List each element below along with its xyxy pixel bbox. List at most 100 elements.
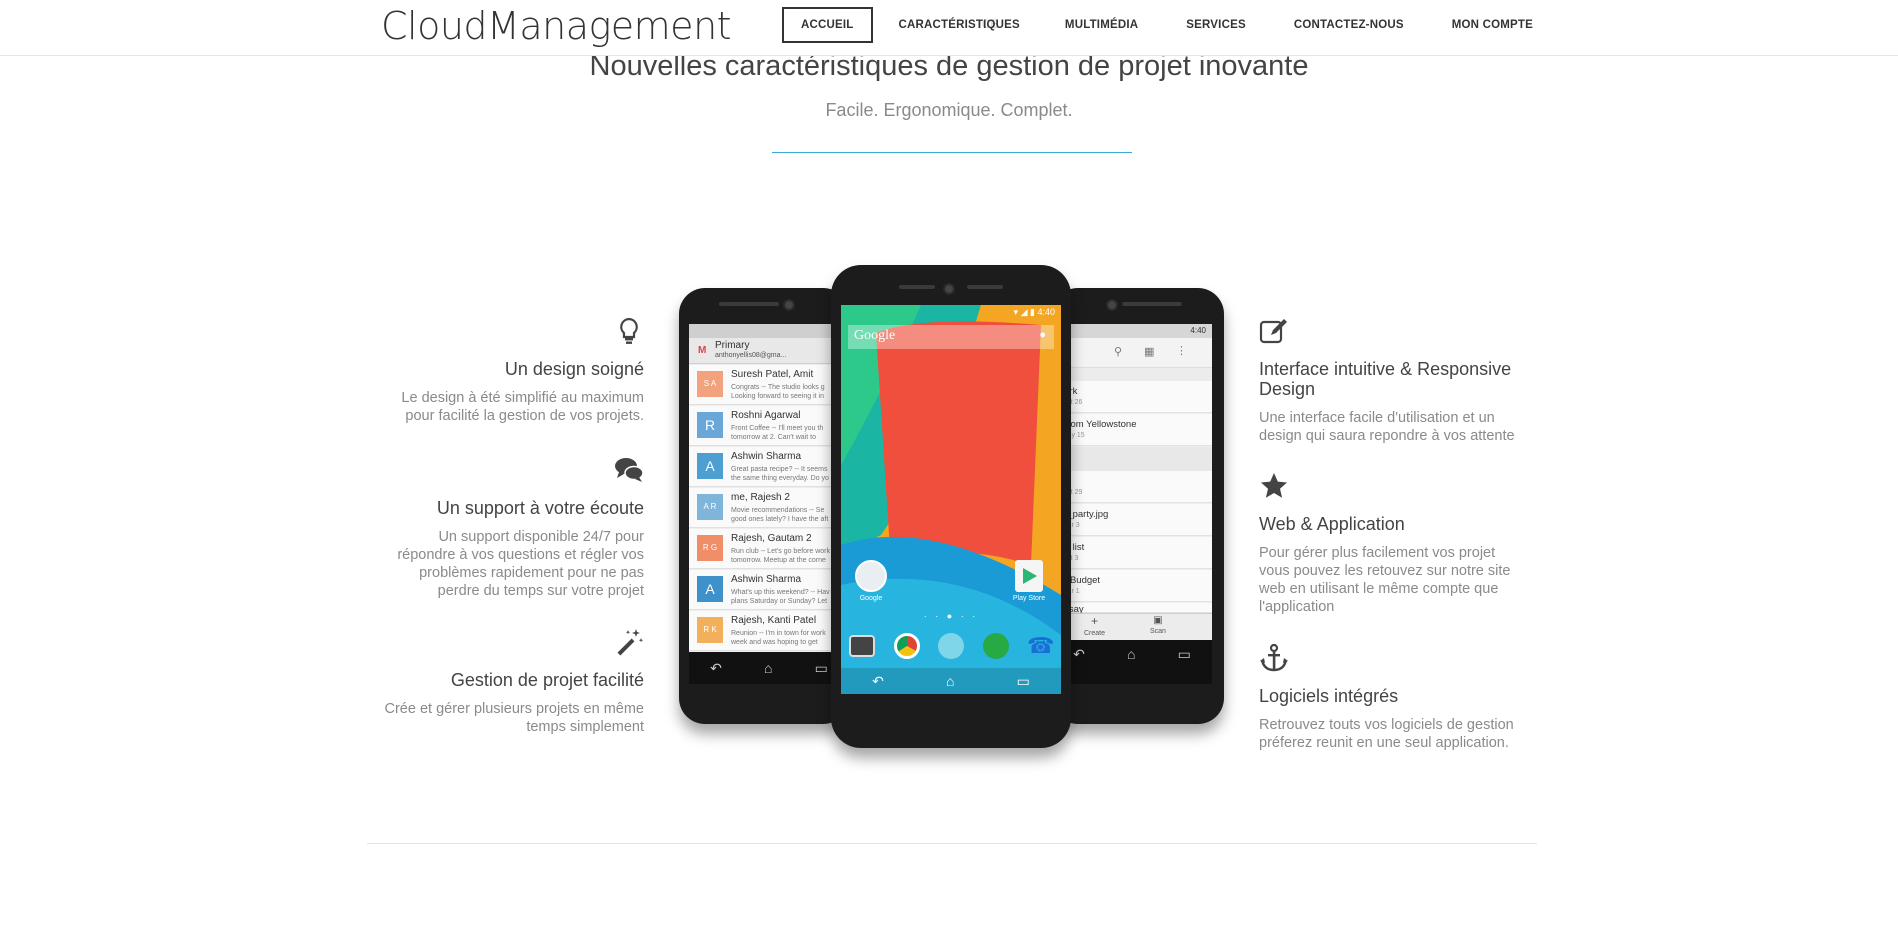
- phone-icon[interactable]: ☎: [1027, 633, 1054, 659]
- phone-speaker: [899, 285, 935, 289]
- hangouts-icon[interactable]: [982, 633, 1009, 659]
- phone-camera: [783, 299, 795, 311]
- status-time: 4:40: [1037, 307, 1055, 317]
- file-row[interactable]: ping listed Oct 3: [1052, 537, 1212, 569]
- app-play-store[interactable]: Play Store: [1009, 560, 1049, 602]
- nav-item-contact[interactable]: Contactez-nous: [1277, 7, 1421, 43]
- drive-status-bar: 4:40: [1052, 324, 1212, 338]
- phone-camera: [943, 283, 955, 295]
- back-icon[interactable]: ↶: [872, 673, 884, 690]
- recents-icon[interactable]: ▭: [1017, 673, 1030, 690]
- google-search-label: Google: [854, 328, 896, 343]
- mail-snippet-line2: good ones lately? I have the aft: [731, 516, 829, 523]
- title-divider: [772, 152, 1132, 153]
- play-store-icon: [1015, 560, 1043, 592]
- mail-sender: Suresh Patel, Amit: [731, 369, 814, 380]
- feature-project: Gestion de projet facilité Crée et gérer…: [384, 627, 644, 736]
- nav-item-caracteristiques[interactable]: ICE Caractéristiques: [887, 7, 1020, 43]
- star-icon: [1259, 471, 1289, 501]
- mail-snippet: Movie recommendations -- Se good ones lat…: [731, 506, 828, 524]
- feature-title: Web & Application: [1259, 514, 1405, 534]
- feature-title: Interface intuitive & Responsive Design: [1259, 359, 1512, 399]
- recents-icon: ▭: [1177, 646, 1191, 662]
- apps-drawer-icon[interactable]: [938, 633, 964, 659]
- mail-snippet-line1: Great pasta recipe? -- It seems: [731, 466, 828, 473]
- feature-text: Le design à été simplifié au maximum pou…: [401, 390, 644, 424]
- mail-snippet-line2: tomorrow. Meetup at the corne: [731, 557, 826, 564]
- create-label: Create: [1084, 630, 1106, 637]
- mail-sender: Rajesh, Gautam 2: [731, 533, 812, 544]
- phone-nav-bar: ↶ ⌂ ▭: [841, 668, 1061, 694]
- google-search-bar[interactable]: Google ●: [848, 325, 1054, 349]
- file-row[interactable]: eworked Oct 26: [1052, 381, 1212, 413]
- mail-row[interactable]: R K Rajesh, Kanti Patel Reunion -- I'm in …: [689, 611, 849, 651]
- mail-sender: Roshni Agarwal: [731, 410, 801, 421]
- camera-icon[interactable]: [849, 635, 875, 657]
- brand-logo[interactable]: CloudManagement: [381, 4, 732, 48]
- search-icon[interactable]: ⚲: [1114, 345, 1122, 358]
- feature-software: Logiciels intégrés Retrouvez touts vos l…: [1259, 643, 1519, 752]
- nav-item-mon-compte[interactable]: Mon compte: [1435, 7, 1550, 43]
- app-google-folder[interactable]: Google: [853, 560, 889, 602]
- home-icon[interactable]: ⌂: [946, 673, 954, 689]
- create-action[interactable]: + Create: [1084, 614, 1106, 639]
- mail-snippet: Reunion -- I'm in town for work week and …: [731, 629, 826, 647]
- mail-snippet-line2: the same thing everyday. Do yo: [731, 475, 829, 482]
- feature-design: Un design soigné Le design à été simplif…: [384, 316, 644, 425]
- phone-right-screen: 4:40 ve ⚲ ▦ ⋮ eworked Oct 26 os from Yel…: [1052, 324, 1212, 684]
- top-navbar: CloudManagement Accueil ICE Caractéristi…: [0, 0, 1898, 56]
- mail-sender: me, Rajesh 2: [731, 492, 790, 503]
- mail-snippet-line1: Movie recommendations -- Se: [731, 507, 825, 514]
- mail-sender: Ashwin Sharma: [731, 451, 802, 462]
- plus-icon: +: [1091, 614, 1099, 628]
- section-divider: [367, 843, 1537, 844]
- chat-bubbles-icon: [614, 455, 644, 485]
- feature-text: Retrouvez touts vos logiciels de gestion…: [1259, 717, 1514, 751]
- mail-snippet-line1: What's up this weekend? -- Hav: [731, 589, 830, 596]
- app-label: Play Store: [1012, 595, 1046, 602]
- nav-item-accueil[interactable]: Accueil: [782, 7, 873, 43]
- feature-support: Un support à votre écoute Un support dis…: [384, 455, 644, 600]
- feature-title: Un design soigné: [504, 359, 644, 379]
- home-icon: ⌂: [764, 660, 773, 676]
- drive-section-gap: [1052, 369, 1212, 381]
- mail-row[interactable]: A Ashwin Sharma What's up this weekend? --…: [689, 570, 849, 610]
- feature-interface: Interface intuitive & Responsive Design …: [1259, 316, 1519, 445]
- more-icon[interactable]: ⋮: [1176, 344, 1187, 357]
- chrome-icon[interactable]: [893, 633, 920, 659]
- nav-item-multimedia[interactable]: Multimédia: [1048, 7, 1155, 43]
- phone-center-screen: ▾ ◢ ▮ 4:40 Google ● Google Play Store · …: [841, 305, 1061, 694]
- gmail-status-bar: [689, 324, 849, 338]
- back-icon: ↶: [1073, 646, 1085, 662]
- mail-row[interactable]: A Ashwin Sharma Great pasta recipe? -- It …: [689, 447, 849, 487]
- page-indicator: · · ● · ·: [923, 611, 979, 621]
- nav-item-services[interactable]: Services: [1169, 7, 1263, 43]
- scan-action[interactable]: ▣ Scan: [1150, 616, 1166, 637]
- gmail-header: M Primary anthonyellis08@gma...: [689, 338, 849, 364]
- mail-snippet-line1: Reunion -- I'm in town for work: [731, 630, 826, 637]
- file-row[interactable]: os from Yellowstoneed May 15: [1052, 414, 1212, 446]
- phone-speaker: [719, 302, 779, 306]
- play-triangle-icon: [1023, 568, 1037, 584]
- phone-nav-bar: ↶ ⌂ ▭: [689, 652, 849, 684]
- phone-left-screen: M Primary anthonyellis08@gma... S A Sures…: [689, 324, 849, 684]
- mail-row[interactable]: A R me, Rajesh 2 Movie recommendations -- …: [689, 488, 849, 528]
- mail-snippet-line2: tomorrow at 2. Can't wait to: [731, 434, 816, 441]
- file-row[interactable]: day_party.jpged Mar 3: [1052, 504, 1212, 536]
- file-row[interactable]: tion Budgeted Mar 1: [1052, 570, 1212, 602]
- mail-row[interactable]: R G Rajesh, Gautam 2 Run club -- Let's go …: [689, 529, 849, 569]
- file-row[interactable]: r Essay: [1052, 603, 1212, 615]
- mail-row[interactable]: S A Suresh Patel, Amit Congrats -- The stu…: [689, 365, 849, 405]
- feature-web-app: Web & Application Pour gérer plus facile…: [1259, 471, 1519, 616]
- wifi-icon: ▾: [1013, 307, 1019, 317]
- drive-section-gap: [1052, 447, 1212, 471]
- avatar: A: [697, 576, 723, 602]
- microphone-icon[interactable]: ●: [1039, 329, 1046, 341]
- phone-camera: [1106, 299, 1118, 311]
- google-folder-icon: [855, 560, 887, 592]
- gmail-logo-icon: M: [698, 345, 707, 356]
- file-row[interactable]: esed Oct 29: [1052, 471, 1212, 503]
- back-icon: ↶: [710, 659, 722, 676]
- grid-view-icon[interactable]: ▦: [1144, 345, 1154, 358]
- mail-row[interactable]: R Roshni Agarwal Front Coffee -- I'll meet…: [689, 406, 849, 446]
